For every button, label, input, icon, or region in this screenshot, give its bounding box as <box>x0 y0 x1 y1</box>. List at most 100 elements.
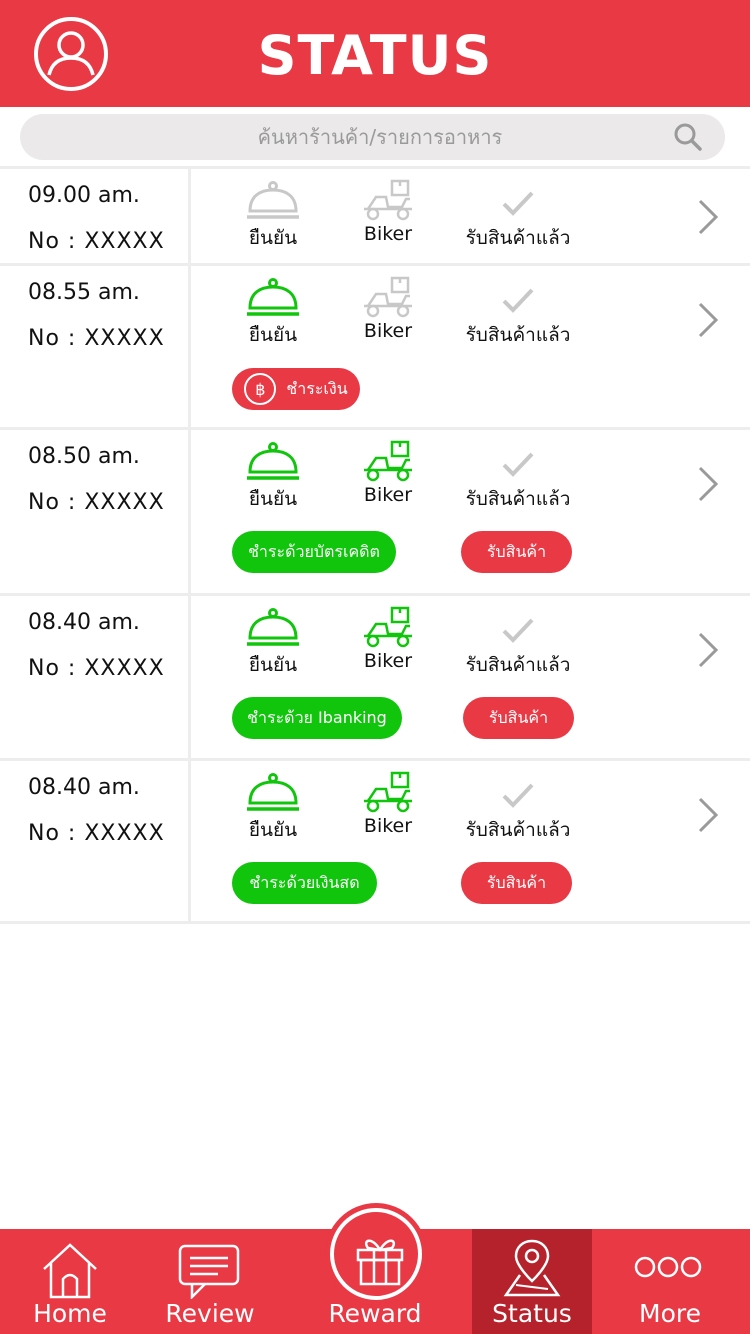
page-title: STATUS <box>257 24 493 87</box>
step-received-label: รับสินค้าแล้ว <box>465 227 571 249</box>
chevron-right-icon[interactable] <box>696 795 720 835</box>
scooter-icon <box>323 440 453 482</box>
step-received: รับสินค้าแล้ว <box>453 781 583 845</box>
order-info: 08.40 am. No : XXXXX <box>0 596 191 758</box>
step-confirm: ยืนยัน <box>208 608 338 680</box>
order-info: 08.55 am. No : XXXXX <box>0 266 191 427</box>
step-biker-label: Biker <box>363 320 413 342</box>
nav-status[interactable]: Status <box>472 1229 592 1334</box>
step-confirm-label: ยืนยัน <box>248 227 298 249</box>
nav-label-reward: Reward <box>328 1299 422 1328</box>
step-confirm-label: ยืนยัน <box>248 488 298 510</box>
check-icon <box>453 616 583 646</box>
nav-label-review: Review <box>165 1299 255 1328</box>
order-row[interactable]: 08.40 am. No : XXXXX ยืนยัน Biker รับสินค้าแ… <box>0 758 750 921</box>
order-number: No : XXXXX <box>28 656 165 681</box>
pay-button[interactable]: ฿ ชำระเงิน <box>232 368 360 410</box>
step-biker-label: Biker <box>363 815 413 837</box>
receive-button-label: รับสินค้า <box>486 872 547 892</box>
step-received-label: รับสินค้าแล้ว <box>465 654 571 676</box>
search-input[interactable] <box>40 114 660 160</box>
step-confirm-label: ยืนยัน <box>248 654 298 676</box>
reward-button[interactable] <box>330 1208 422 1300</box>
app-header: STATUS <box>0 0 750 107</box>
cloche-icon <box>208 773 338 813</box>
nav-more[interactable]: More <box>600 1229 740 1334</box>
scooter-icon <box>323 771 453 813</box>
step-biker: Biker <box>323 179 453 245</box>
step-received: รับสินค้าแล้ว <box>453 450 583 514</box>
chevron-right-icon[interactable] <box>696 630 720 670</box>
order-number: No : XXXXX <box>28 490 165 515</box>
order-number: No : XXXXX <box>28 229 165 254</box>
order-time: 08.40 am. <box>28 610 140 635</box>
check-icon <box>453 189 583 219</box>
order-row[interactable]: 08.40 am. No : XXXXX ยืนยัน Biker รับสินค้าแ… <box>0 593 750 758</box>
check-icon <box>453 450 583 480</box>
step-confirm: ยืนยัน <box>208 278 338 350</box>
nav-label-home: Home <box>33 1299 107 1328</box>
step-biker: Biker <box>323 606 453 672</box>
cloche-icon <box>208 181 338 221</box>
pay-method-label: ชำระด้วยเงินสด <box>249 872 360 892</box>
search-icon[interactable] <box>673 122 703 152</box>
step-received: รับสินค้าแล้ว <box>453 189 583 253</box>
pay-method-label: ชำระด้วย Ibanking <box>247 707 387 727</box>
step-biker: Biker <box>323 771 453 837</box>
step-confirm: ยืนยัน <box>208 773 338 845</box>
order-row[interactable]: 08.50 am. No : XXXXX ยืนยัน Biker รับสินค้าแ… <box>0 427 750 593</box>
scooter-icon <box>323 179 453 221</box>
step-confirm: ยืนยัน <box>208 181 338 253</box>
order-row[interactable]: 08.55 am. No : XXXXX ยืนยัน Biker รับสินค้าแ… <box>0 263 750 427</box>
pay-button-label: ชำระเงิน <box>286 378 348 398</box>
step-biker: Biker <box>323 440 453 506</box>
step-received-label: รับสินค้าแล้ว <box>465 324 571 346</box>
check-icon <box>453 286 583 316</box>
step-confirm-label: ยืนยัน <box>248 324 298 346</box>
gift-icon <box>356 1239 404 1286</box>
receive-button[interactable]: รับสินค้า <box>463 697 574 739</box>
step-biker-label: Biker <box>363 484 413 506</box>
step-confirm: ยืนยัน <box>208 442 338 514</box>
list-divider <box>0 921 750 924</box>
nav-review[interactable]: Review <box>140 1229 280 1334</box>
order-row[interactable]: 09.00 am. No : XXXXX ยืนยัน Biker รับสินค้าแ… <box>0 166 750 263</box>
order-info: 09.00 am. No : XXXXX <box>0 169 191 263</box>
nav-home[interactable]: Home <box>0 1229 140 1334</box>
search-bar <box>20 114 725 160</box>
step-received-label: รับสินค้าแล้ว <box>465 819 571 841</box>
baht-icon: ฿ <box>244 373 277 405</box>
step-biker: Biker <box>323 276 453 342</box>
step-biker-label: Biker <box>363 223 413 245</box>
map-pin-icon <box>503 1239 561 1297</box>
order-info: 08.50 am. No : XXXXX <box>0 430 191 593</box>
cloche-icon <box>208 278 338 318</box>
pay-method-button[interactable]: ชำระด้วย Ibanking <box>232 697 402 739</box>
pay-method-button[interactable]: ชำระด้วยบัตรเคดิต <box>232 531 396 573</box>
cloche-icon <box>208 608 338 648</box>
scooter-icon <box>323 276 453 318</box>
order-time: 09.00 am. <box>28 183 140 208</box>
receive-button-label: รับสินค้า <box>486 541 547 561</box>
step-received: รับสินค้าแล้ว <box>453 286 583 350</box>
scooter-icon <box>323 606 453 648</box>
pay-method-label: ชำระด้วยบัตรเคดิต <box>248 541 380 561</box>
order-number: No : XXXXX <box>28 821 165 846</box>
receive-button[interactable]: รับสินค้า <box>461 862 572 904</box>
order-info: 08.40 am. No : XXXXX <box>0 761 191 921</box>
order-time: 08.40 am. <box>28 775 140 800</box>
nav-label-more: More <box>639 1299 701 1328</box>
step-received: รับสินค้าแล้ว <box>453 616 583 680</box>
order-time: 08.55 am. <box>28 280 140 305</box>
chevron-right-icon[interactable] <box>696 197 720 237</box>
pay-method-button[interactable]: ชำระด้วยเงินสด <box>232 862 377 904</box>
chat-icon <box>178 1244 240 1299</box>
chevron-right-icon[interactable] <box>696 300 720 340</box>
step-received-label: รับสินค้าแล้ว <box>465 488 571 510</box>
chevron-right-icon[interactable] <box>696 464 720 504</box>
home-icon <box>43 1243 97 1299</box>
receive-button[interactable]: รับสินค้า <box>461 531 572 573</box>
check-icon <box>453 781 583 811</box>
order-number: No : XXXXX <box>28 326 165 351</box>
step-biker-label: Biker <box>363 650 413 672</box>
